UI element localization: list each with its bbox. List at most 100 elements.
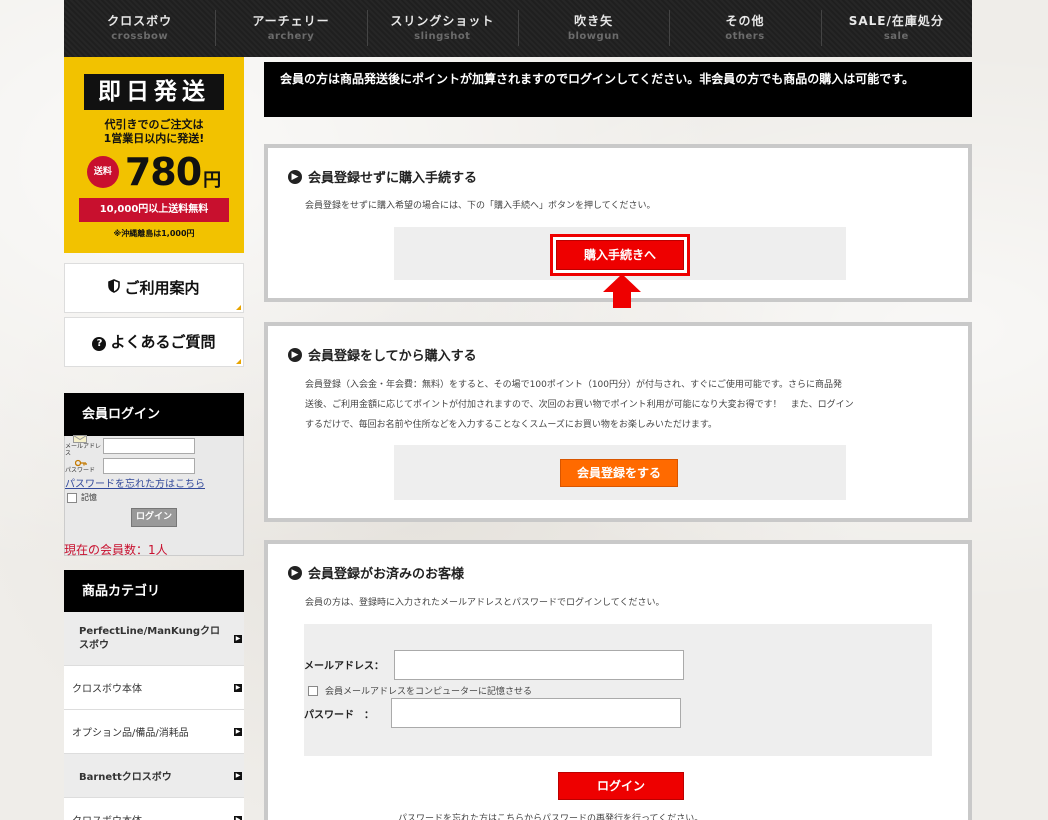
- panel-description: 会員の方は、登録時に入力されたメールアドレスとパスワードでログインしてください。: [305, 598, 665, 608]
- remember-email-checkbox[interactable]: [308, 685, 318, 696]
- description-line: するだけで、毎回お名前や住所などを入力することなくスムーズにお買い物をお楽しみい…: [305, 420, 718, 430]
- nav-sublabel: blowgun: [567, 31, 620, 42]
- button-well: 購入手続きへ: [394, 227, 846, 280]
- faq-label: よくあるご質問: [110, 333, 216, 351]
- arrow-right-icon: ▶: [288, 565, 302, 580]
- nav-label: クロスボウ: [107, 14, 173, 28]
- promo-sub-line: 代引きでのご注文は: [104, 118, 204, 131]
- key-icon: パスワード: [65, 459, 103, 474]
- email-label: メールアドレス：: [304, 661, 384, 672]
- envelope-icon: メールアドレス: [65, 435, 103, 457]
- sidebar-login-button[interactable]: ログイン: [131, 508, 177, 527]
- guide-label: ご利用案内: [124, 279, 200, 297]
- panel-description: 会員登録をせずに購入希望の場合には、下の「購入手続へ」ボタンを押してください。: [305, 201, 656, 211]
- button-well: 会員登録をする: [394, 445, 846, 500]
- remember-label: 記憶: [81, 493, 97, 502]
- panel-title-text: 会員登録せずに購入手続する: [308, 171, 478, 186]
- chevron-right-icon: ▶: [234, 815, 242, 820]
- nav-sublabel: crossbow: [111, 31, 169, 42]
- category-item-crossbow-body-2[interactable]: クロスボウ本体 ▶: [64, 798, 244, 820]
- nav-label: その他: [725, 14, 765, 28]
- okinawa-note: ※沖縄離島は1,000円: [113, 229, 195, 238]
- register-panel: ▶ 会員登録をしてから購入する 会員登録（入会金・年会費：無料）をすると、その場で…: [264, 322, 972, 522]
- nav-slingshot[interactable]: スリングショット slingshot: [366, 0, 518, 57]
- panel-description: 会員登録（入会金・年会費：無料）をすると、その場で100ポイント（100円分）が…: [305, 375, 945, 435]
- same-day-shipping-banner[interactable]: 即日発送 代引きでのご注文は 1営業日以内に発送! 送料 780 円 10,00…: [64, 57, 244, 253]
- shield-icon: [108, 264, 121, 312]
- login-button[interactable]: ログイン: [558, 772, 684, 800]
- category-label: オプション品/備品/消耗品: [72, 728, 189, 739]
- nav-sublabel: others: [725, 31, 765, 42]
- nav-crossbow[interactable]: クロスボウ crossbow: [64, 0, 215, 57]
- panel-title-text: 会員登録をしてから購入する: [308, 349, 477, 364]
- shipping-badge: 送料: [86, 156, 119, 188]
- password-field[interactable]: [391, 698, 681, 728]
- category-item-crossbow-body[interactable]: クロスボウ本体 ▶: [64, 666, 244, 710]
- sidebar-email-input[interactable]: [103, 438, 195, 454]
- proceed-to-checkout-button[interactable]: 購入手続きへ: [556, 240, 684, 270]
- panel-title: ▶ 会員登録がお済みのお客様: [288, 563, 464, 582]
- category-label: クロスボウ本体: [72, 684, 142, 695]
- category-label: Barnettクロスボウ: [79, 772, 172, 783]
- remember-email[interactable]: 会員メールアドレスをコンピューターに記憶させる: [308, 684, 532, 697]
- description-line: 送後、ご利用金額に応じてポイントが付加されますので、次回のお買い物でポイント利用…: [305, 400, 854, 410]
- question-icon: ?: [92, 337, 107, 351]
- panel-title: ▶ 会員登録せずに購入手続する: [288, 167, 477, 186]
- nav-others[interactable]: その他 others: [669, 0, 820, 57]
- promo-sub-line: 1営業日以内に発送!: [103, 132, 205, 145]
- guide-button[interactable]: ご利用案内: [64, 263, 244, 313]
- sidebar-email-label: メールアドレス: [65, 443, 102, 457]
- panel-title-text: 会員登録がお済みのお客様: [308, 567, 465, 582]
- nav-blowgun[interactable]: 吹き矢 blowgun: [517, 0, 669, 57]
- nav-label: 吹き矢: [574, 14, 614, 28]
- login-notice: 会員の方は商品発送後にポイントが加算されますのでログインしてください。非会員の方…: [264, 62, 972, 117]
- category-label: クロスボウ本体: [72, 812, 142, 820]
- description-line: 会員登録（入会金・年会費：無料）をすると、その場で100ポイント（100円分）が…: [305, 380, 843, 390]
- nav-archery[interactable]: アーチェリー archery: [215, 0, 366, 57]
- sidebar-remember[interactable]: 記憶: [67, 492, 97, 503]
- nav-sale[interactable]: SALE/在庫処分 sale: [820, 0, 972, 57]
- login-box-heading: 会員ログイン: [64, 393, 244, 436]
- nav-sublabel: sale: [883, 31, 909, 42]
- faq-button[interactable]: ? よくあるご質問: [64, 317, 244, 367]
- sidebar-email-row: メールアドレス: [65, 435, 195, 457]
- nav-sublabel: archery: [267, 31, 315, 42]
- category-heading: 商品カテゴリ: [64, 570, 244, 613]
- free-shipping-note: 10,000円以上送料無料: [79, 198, 229, 222]
- category-item-options[interactable]: オプション品/備品/消耗品 ▶: [64, 710, 244, 754]
- sidebar-login-form: メールアドレス パスワード パスワードを忘れた方はこちら 記憶 ログイン: [64, 435, 244, 556]
- shipping-price-value: 780: [124, 150, 202, 194]
- member-count: 現在の会員数：1人: [64, 543, 168, 557]
- forgot-password-link[interactable]: パスワードを忘れた方はこちら: [65, 475, 205, 490]
- chevron-right-icon: ▶: [234, 771, 242, 780]
- shipping-price-unit: 円: [203, 170, 222, 191]
- sidebar-password-input[interactable]: [103, 458, 195, 474]
- register-button[interactable]: 会員登録をする: [560, 459, 678, 487]
- arrow-right-icon: ▶: [288, 169, 302, 184]
- nav-sublabel: slingshot: [414, 31, 471, 42]
- category-group-barnett[interactable]: Barnettクロスボウ ▶: [64, 754, 244, 798]
- password-label: パスワード ：: [304, 710, 374, 721]
- chevron-right-icon: ▶: [234, 727, 242, 736]
- member-login-form: メールアドレス： 会員メールアドレスをコンピューターに記憶させる パスワード ：: [304, 624, 932, 756]
- shipping-price: 送料 780 円: [64, 150, 244, 194]
- panel-title: ▶ 会員登録をしてから購入する: [288, 345, 477, 364]
- password-reissue-note: パスワードを忘れた方はこちらからパスワードの再発行を行ってください。: [398, 814, 704, 820]
- arrow-up-icon: [603, 274, 641, 311]
- email-field[interactable]: [394, 650, 684, 680]
- chevron-right-icon: ▶: [234, 634, 242, 643]
- nav-label: アーチェリー: [252, 14, 330, 28]
- category-list: PerfectLine/ManKungクロスボウ ▶ クロスボウ本体 ▶ オプション…: [64, 612, 244, 820]
- remember-checkbox[interactable]: [67, 492, 77, 503]
- member-login-panel: ▶ 会員登録がお済みのお客様 会員の方は、登録時に入力されたメールアドレスとパスワ…: [264, 540, 972, 820]
- nav-label: スリングショット: [390, 14, 495, 28]
- category-label: PerfectLine/ManKungクロスボウ: [79, 625, 221, 651]
- guest-checkout-panel: ▶ 会員登録せずに購入手続する 会員登録をせずに購入希望の場合には、下の「購入手続…: [264, 144, 972, 308]
- nav-label: SALE/在庫処分: [848, 14, 944, 28]
- sidebar-password-label: パスワード: [65, 466, 96, 474]
- category-group-perfectline[interactable]: PerfectLine/ManKungクロスボウ ▶: [64, 612, 244, 666]
- remember-email-label: 会員メールアドレスをコンピューターに記憶させる: [325, 687, 533, 697]
- top-navigation: クロスボウ crossbow アーチェリー archery スリングショット slin…: [64, 0, 972, 57]
- chevron-right-icon: ▶: [234, 683, 242, 692]
- sidebar-password-row: パスワード: [65, 458, 195, 474]
